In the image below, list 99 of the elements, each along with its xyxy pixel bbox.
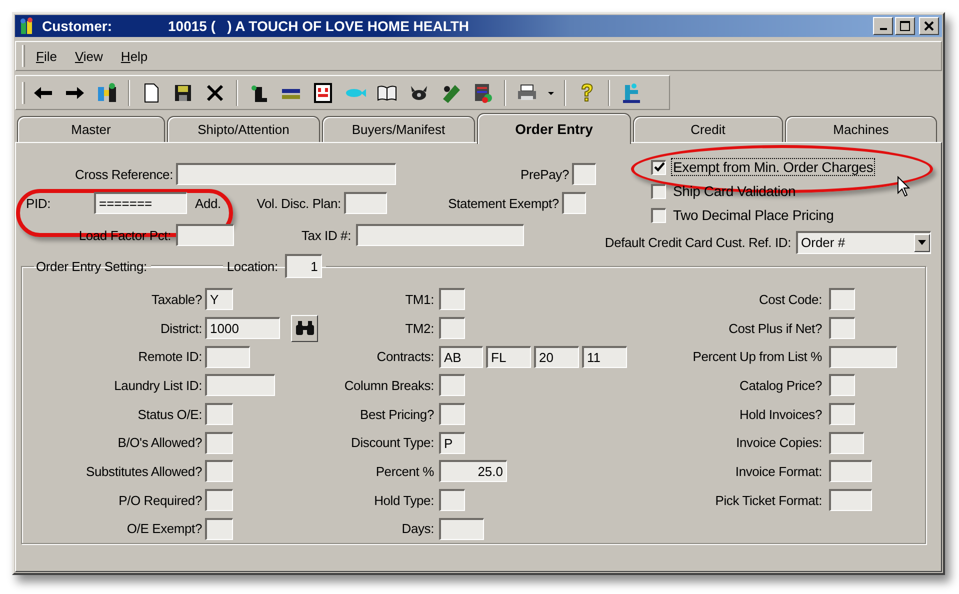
dropdown[interactable]: Order # [796,230,931,254]
field-label: Hold Invoices? [738,406,822,422]
input-field[interactable] [829,346,897,368]
field-label: TM2: [404,320,434,336]
window-title-label: Customer: [42,18,114,34]
menu-item[interactable]: Help [114,46,155,66]
input-field[interactable] [829,403,855,426]
field-label: Substitutes Allowed? [85,464,202,479]
input-field[interactable] [176,224,234,246]
tab[interactable]: Buyers/Manifest [322,116,475,142]
input-field[interactable] [205,432,233,454]
tab[interactable]: Credit [633,116,783,142]
field-label: B/O's Allowed? [116,435,202,450]
field-label: PID: [25,196,52,210]
maximize-icon [900,21,910,31]
tab[interactable]: Master [17,116,165,142]
field-label: Remote ID: [137,349,202,364]
field-label: Percent % [374,464,434,479]
input-field[interactable] [205,403,233,426]
field-label: Status O/E: [136,406,202,422]
input-field[interactable] [439,403,465,426]
tab[interactable]: Order Entry [477,113,631,144]
maximize-button[interactable] [895,17,915,35]
field-label: Percent Up from List % [692,349,822,364]
input-field[interactable]: 1000 [205,317,280,340]
pointer-icon [897,176,911,198]
field-label: District: [159,320,202,336]
field-label: Cost Code: [758,292,822,307]
input-field[interactable]: FL [486,346,531,368]
close-icon [924,21,934,31]
input-field[interactable]: AB [439,346,483,368]
input-field[interactable]: ======= [94,192,187,214]
input-field[interactable] [829,432,864,454]
field-label: Laundry List ID: [113,378,202,393]
input-field[interactable] [439,317,465,340]
tab[interactable]: Shipto/Attention [167,116,320,142]
input-field[interactable]: P [439,432,465,454]
checkbox[interactable] [651,160,666,174]
input-field[interactable] [439,518,484,540]
field-label: Best Pricing? [359,406,434,422]
field-label: O/E Exempt? [126,521,202,536]
minimize-button[interactable] [873,17,893,35]
checkbox-label: Exempt from Min. Order Charges [672,159,874,175]
menu-item[interactable]: File [29,46,64,66]
field-label: Hold Type: [373,492,434,508]
input-field[interactable] [205,460,233,482]
field-label: Catalog Price? [738,378,822,393]
field-label: Invoice Copies: [735,435,822,450]
input-field[interactable] [829,489,872,512]
input-field[interactable]: 25.0 [439,460,507,482]
caret-icon [918,240,926,245]
input-field[interactable]: 11 [582,346,627,368]
input-field[interactable] [572,163,596,185]
binoculars-button[interactable] [291,314,318,342]
field-label: TM1: [404,292,434,307]
close-button[interactable] [919,17,939,35]
field-label: Vol. Disc. Plan: [256,196,341,210]
checkbox[interactable] [651,184,666,198]
field-label: Discount Type: [350,435,434,450]
field-label: Statement Exempt? [447,196,559,210]
input-field[interactable] [439,489,465,512]
tab[interactable]: Machines [785,116,937,142]
minimize-icon [880,28,886,30]
input-field[interactable] [439,374,465,396]
field-label: Cost Plus if Net? [728,320,822,336]
field-label: PrePay? [520,166,569,182]
field-label: Pick Ticket Format: [714,492,822,508]
input-field[interactable] [829,317,855,340]
group-title: Order Entry Setting: [36,258,147,274]
input-field[interactable] [829,374,855,396]
input-field[interactable] [829,288,855,310]
field-label: Invoice Format: [734,464,822,479]
window-title: 10015 ( ) A TOUCH OF LOVE HOME HEALTH [168,18,470,34]
input-field[interactable] [439,288,465,310]
input-field[interactable] [356,224,524,246]
input-field[interactable] [205,346,250,368]
add-label[interactable]: Add. [195,196,221,210]
input-field[interactable]: Y [205,288,233,310]
field-label: Contracts: [376,349,434,364]
input-field[interactable]: 20 [534,346,579,368]
field-label: P/O Required? [118,492,202,508]
input-field[interactable] [562,192,586,214]
input-field[interactable] [205,518,233,540]
input-field[interactable] [205,489,233,512]
input-field[interactable] [829,460,872,482]
field-label: Default Credit Card Cust. Ref. ID: [604,234,791,250]
field-label: Location: [226,258,278,274]
input-field[interactable] [344,192,387,214]
input-field[interactable] [176,163,396,185]
field-label: Taxable? [150,292,202,307]
menu-item[interactable]: View [68,46,110,66]
checkbox-label: Two Decimal Place Pricing [672,207,835,223]
input-field[interactable] [205,374,275,396]
field-label: Days: [400,521,434,536]
field-label: Tax ID #: [300,228,351,242]
checkbox[interactable] [651,208,666,222]
input-field[interactable]: 1 [284,254,322,278]
field-label: Column Breaks: [343,378,434,393]
field-label: Cross Reference: [74,166,173,182]
